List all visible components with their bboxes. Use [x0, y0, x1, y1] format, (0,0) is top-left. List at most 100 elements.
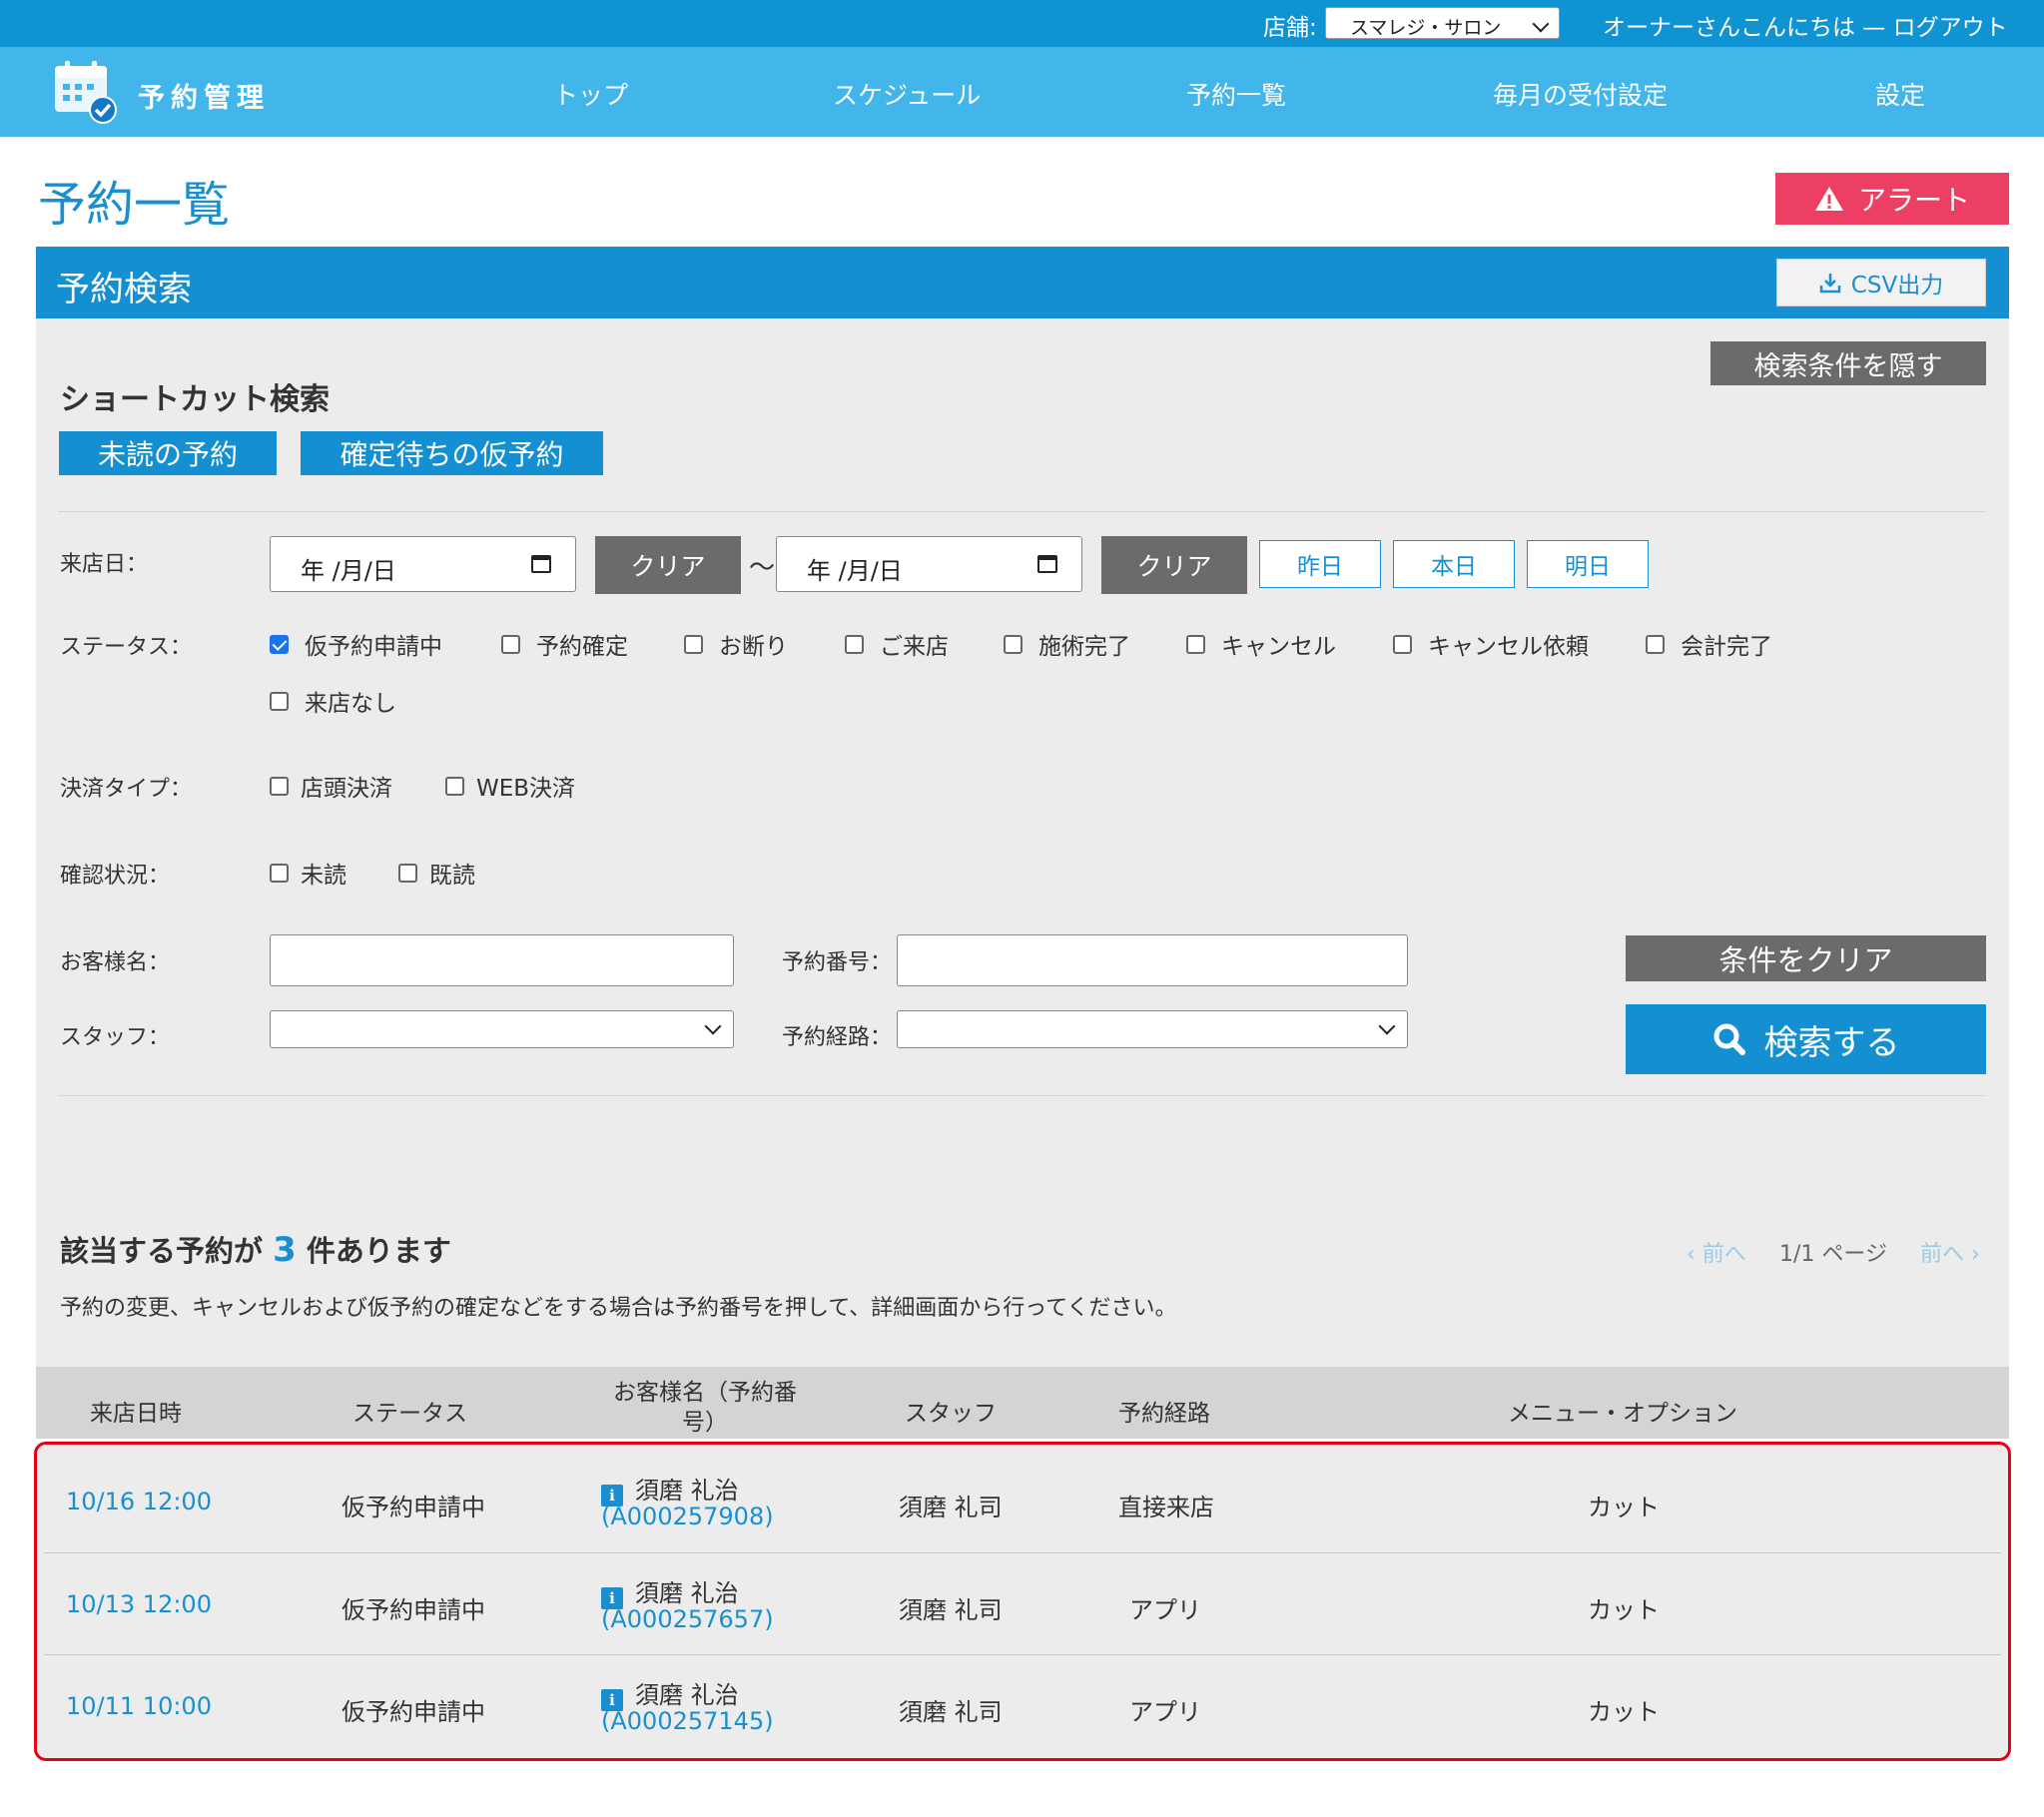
- row-datetime[interactable]: 10/11 10:00: [66, 1692, 212, 1720]
- pager-prev-link[interactable]: ‹ 前へ: [1687, 1236, 1746, 1268]
- hide-conditions-button[interactable]: 検索条件を隠す: [1710, 341, 1986, 385]
- reservation-number-input[interactable]: [897, 934, 1408, 986]
- store-label: 店舗:: [1263, 15, 1317, 41]
- route-label: 予約経路：: [782, 1025, 893, 1050]
- row-menu: カット: [1588, 1596, 1660, 1624]
- status-option-label: 施術完了: [1038, 634, 1130, 660]
- payment-checkbox[interactable]: 店頭決済: [270, 769, 392, 803]
- row-datetime[interactable]: 10/16 12:00: [66, 1488, 212, 1515]
- row-customer-name: i 須磨 礼治: [601, 1471, 739, 1507]
- status-checkbox[interactable]: 仮予約申請中: [270, 627, 442, 661]
- payment-checkbox[interactable]: WEB決済: [445, 769, 575, 803]
- calendar-check-icon: [55, 61, 117, 124]
- row-customer-name: i 須磨 礼治: [601, 1675, 739, 1711]
- status-checkbox[interactable]: 来店なし: [270, 684, 396, 718]
- main-nav: [0, 47, 2044, 137]
- column-header-datetime: 来店日時: [90, 1401, 182, 1427]
- clear-date-from-button[interactable]: クリア: [595, 536, 741, 594]
- status-checkbox[interactable]: 会計完了: [1646, 627, 1772, 661]
- checkbox[interactable]: [1004, 634, 1022, 654]
- greeting-logout-link[interactable]: オーナーさんこんにちは — ログアウト: [1603, 8, 2008, 42]
- checkbox[interactable]: [1186, 634, 1205, 654]
- clear-date-to-button[interactable]: クリア: [1101, 536, 1247, 594]
- visit-date-to-input[interactable]: 年 /月/日: [776, 536, 1082, 592]
- customer-name-text: 須磨 礼治: [635, 1477, 739, 1505]
- nav-reservation-list[interactable]: 予約一覧: [1186, 76, 1286, 112]
- calendar-icon[interactable]: [531, 555, 551, 573]
- checkbox[interactable]: [398, 863, 417, 883]
- route-select[interactable]: [897, 1010, 1408, 1048]
- date-placeholder: 年 /月/日: [807, 557, 903, 585]
- nav-top[interactable]: トップ: [553, 76, 628, 112]
- status-checkbox[interactable]: キャンセル依頼: [1393, 627, 1589, 661]
- customer-name-text: 須磨 礼治: [635, 1681, 739, 1709]
- clear-conditions-button[interactable]: 条件をクリア: [1626, 935, 1986, 981]
- shortcut-unread-button[interactable]: 未読の予約: [59, 431, 277, 475]
- yesterday-button[interactable]: 昨日: [1259, 540, 1381, 588]
- download-icon: [1819, 274, 1841, 294]
- row-reservation-number[interactable]: (A000257657): [601, 1605, 774, 1633]
- nav-schedule[interactable]: スケジュール: [833, 76, 981, 112]
- pager-page-info: 1/1 ページ: [1779, 1242, 1887, 1267]
- date-placeholder: 年 /月/日: [301, 557, 396, 585]
- csv-export-button[interactable]: CSV出力: [1776, 259, 1986, 306]
- confirm-checkbox[interactable]: 未読: [270, 856, 346, 890]
- status-checkbox[interactable]: 施術完了: [1004, 627, 1130, 661]
- nav-monthly-settings[interactable]: 毎月の受付設定: [1493, 76, 1668, 112]
- alert-button[interactable]: アラート: [1775, 173, 2009, 225]
- row-datetime[interactable]: 10/13 12:00: [66, 1590, 212, 1618]
- row-route: アプリ: [1129, 1698, 1201, 1726]
- checkbox[interactable]: [270, 691, 289, 711]
- search-button[interactable]: 検索する: [1626, 1004, 1986, 1074]
- checkbox-checked[interactable]: [270, 634, 289, 654]
- payment-option-label: 店頭決済: [301, 776, 392, 802]
- search-panel-title: 予約検索: [56, 270, 192, 309]
- warning-icon: [1814, 187, 1843, 211]
- checkbox[interactable]: [445, 776, 464, 796]
- status-checkbox[interactable]: 予約確定: [501, 627, 628, 661]
- customer-name-text: 須磨 礼治: [635, 1579, 739, 1607]
- date-range-tilde: 〜: [749, 553, 776, 583]
- page-title: 予約一覧: [38, 177, 231, 233]
- store-select[interactable]: スマレジ・サロン: [1325, 7, 1560, 39]
- confirm-checkbox[interactable]: 既読: [398, 856, 475, 890]
- result-count: 3: [273, 1230, 297, 1270]
- pager-next-link[interactable]: 前へ ›: [1920, 1236, 1980, 1268]
- checkbox[interactable]: [501, 634, 520, 654]
- today-button[interactable]: 本日: [1393, 540, 1515, 588]
- row-reservation-number[interactable]: (A000257908): [601, 1503, 774, 1530]
- visit-date-from-input[interactable]: 年 /月/日: [270, 536, 576, 592]
- row-status: 仮予約申請中: [341, 1494, 485, 1521]
- row-customer-name: i 須磨 礼治: [601, 1573, 739, 1609]
- payment-type-label: 決済タイプ：: [60, 777, 193, 802]
- status-checkbox[interactable]: お断り: [684, 627, 788, 661]
- customer-name-input[interactable]: [270, 934, 734, 986]
- checkbox[interactable]: [845, 634, 864, 654]
- alert-label: アラート: [1857, 184, 1970, 217]
- row-staff: 須磨 礼司: [899, 1494, 1003, 1521]
- result-suffix: 件あります: [306, 1234, 451, 1268]
- row-staff: 須磨 礼司: [899, 1698, 1003, 1726]
- column-header-staff: スタッフ: [905, 1401, 997, 1427]
- nav-settings[interactable]: 設定: [1875, 76, 1925, 112]
- checkbox[interactable]: [270, 776, 289, 796]
- checkbox[interactable]: [270, 863, 289, 883]
- shortcut-search-title: ショートカット検索: [60, 382, 330, 417]
- calendar-icon[interactable]: [1037, 555, 1057, 573]
- status-checkbox[interactable]: キャンセル: [1186, 627, 1336, 661]
- row-staff: 須磨 礼司: [899, 1596, 1003, 1624]
- status-checkbox[interactable]: ご来店: [845, 627, 949, 661]
- shortcut-pending-button[interactable]: 確定待ちの仮予約: [301, 431, 603, 475]
- search-icon: [1713, 1023, 1745, 1055]
- column-header-menu: メニュー・オプション: [1508, 1401, 1737, 1427]
- row-reservation-number[interactable]: (A000257145): [601, 1707, 774, 1735]
- staff-select[interactable]: [270, 1010, 734, 1048]
- checkbox[interactable]: [684, 634, 703, 654]
- confirm-status-label: 確認状況：: [60, 864, 171, 889]
- row-menu: カット: [1588, 1698, 1660, 1726]
- tomorrow-button[interactable]: 明日: [1527, 540, 1649, 588]
- table-row: [44, 1553, 2001, 1655]
- divider: [58, 511, 1986, 512]
- checkbox[interactable]: [1393, 634, 1412, 654]
- checkbox[interactable]: [1646, 634, 1665, 654]
